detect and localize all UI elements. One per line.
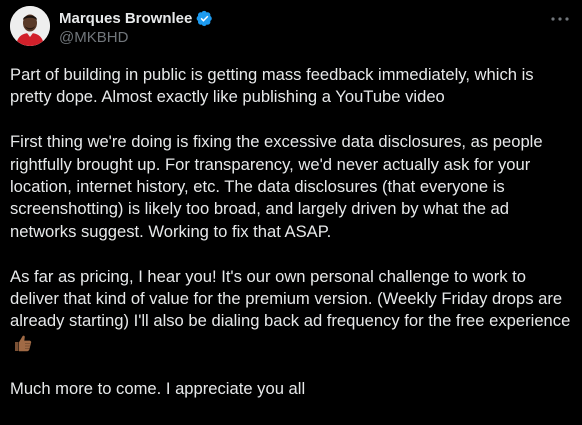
tweet-paragraph-2: First thing we're doing is fixing the ex…	[10, 132, 543, 241]
author-handle[interactable]: @MKBHD	[59, 29, 213, 46]
more-options-button[interactable]	[548, 10, 572, 28]
more-horizontal-icon	[551, 17, 569, 21]
tweet-text: Part of building in public is getting ma…	[10, 64, 575, 400]
verified-badge-icon[interactable]	[196, 10, 213, 27]
avatar-image	[10, 6, 50, 46]
name-row: Marques Brownlee	[59, 8, 213, 28]
avatar[interactable]	[10, 6, 50, 46]
thumbs-up-icon	[13, 333, 33, 353]
tweet-header: Marques Brownlee @MKBHD	[10, 6, 572, 50]
author-display-name[interactable]: Marques Brownlee	[59, 10, 192, 27]
tweet-paragraph-3-wrapper: As far as pricing, I hear you! It's our …	[10, 266, 575, 356]
author-info: Marques Brownlee @MKBHD	[59, 8, 213, 46]
tweet-paragraph-3: As far as pricing, I hear you! It's our …	[10, 266, 571, 331]
tweet: Marques Brownlee @MKBHD Part of building…	[0, 0, 582, 425]
tweet-paragraph-1: Part of building in public is getting ma…	[10, 65, 534, 107]
tweet-paragraph-4: Much more to come. I appreciate you all	[10, 378, 306, 398]
